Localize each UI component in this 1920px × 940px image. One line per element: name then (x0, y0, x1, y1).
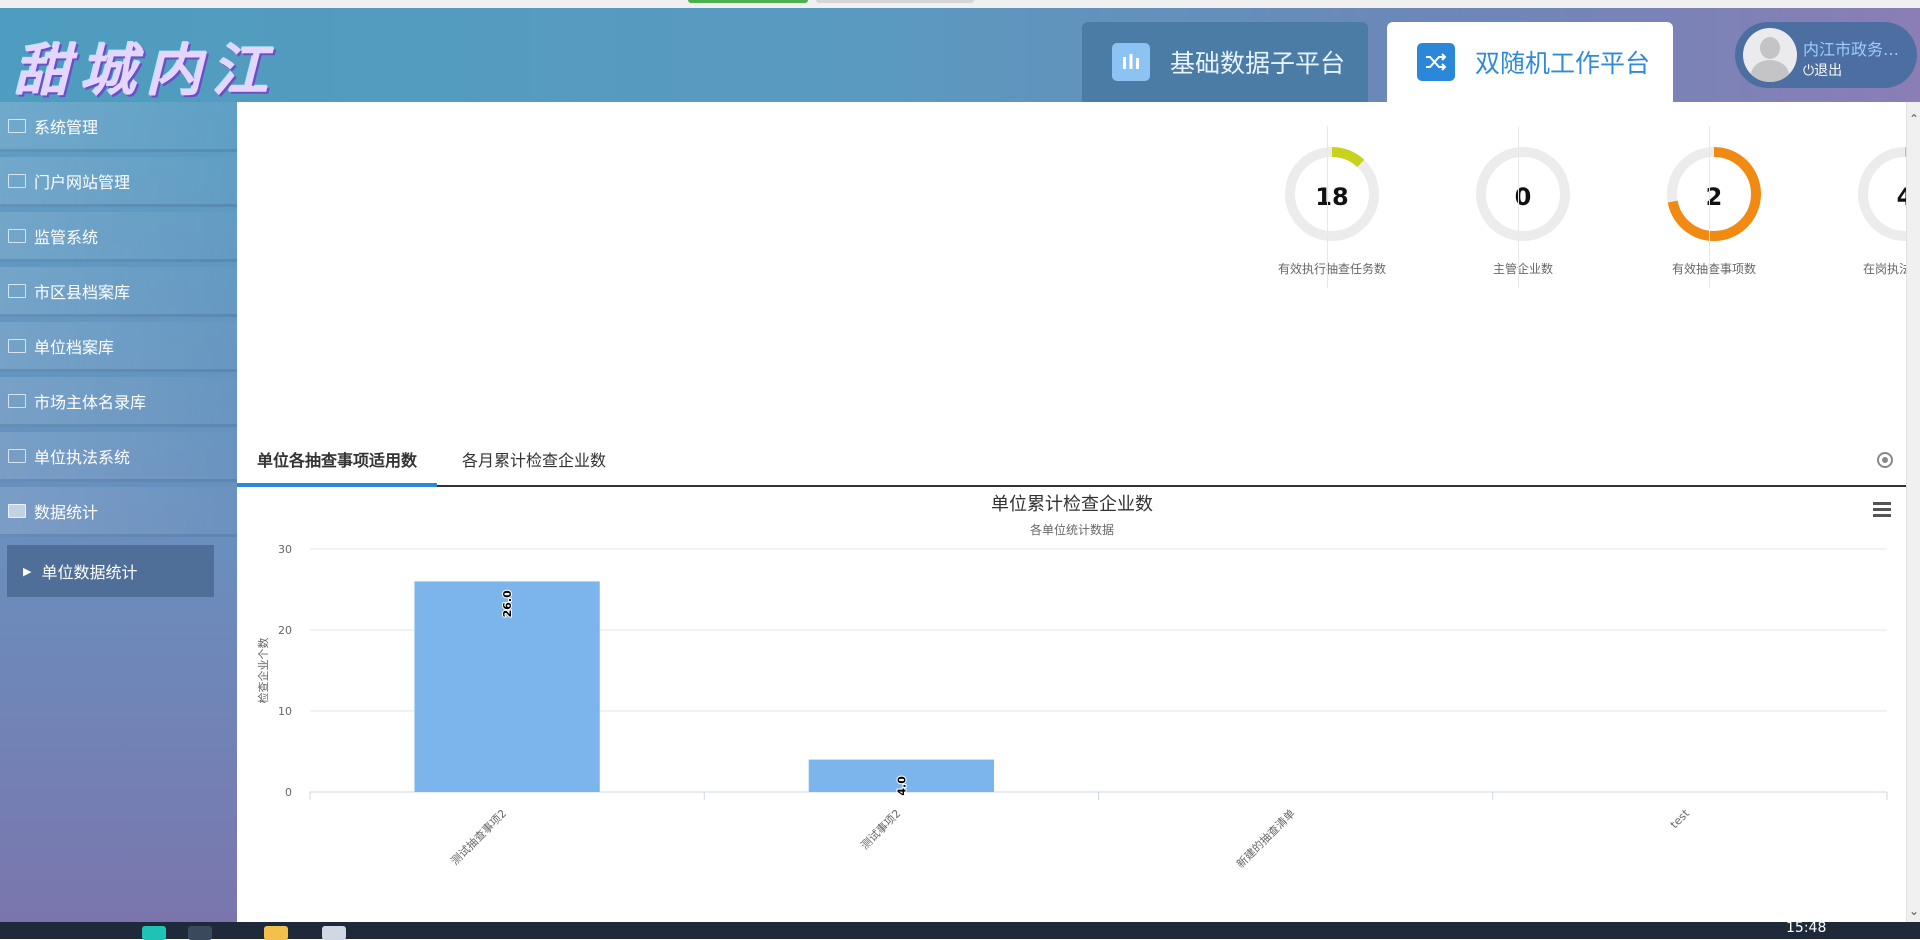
clock: 15:48 (1786, 920, 1827, 936)
folder-open-icon (8, 503, 26, 518)
x-tick-label: 测试事项2 (858, 807, 903, 852)
sidebar-item-label: 数据统计 (34, 502, 99, 522)
scroll-up-icon[interactable]: ⌃ (1909, 112, 1919, 126)
stat-value: 0 (1514, 183, 1532, 211)
folder-icon (8, 283, 26, 298)
sidebar-item-enforcement[interactable]: 单位执法系统 (0, 432, 237, 482)
avatar (1743, 28, 1797, 82)
data-label: 26.0 (501, 590, 514, 617)
data-label: 4.0 (895, 776, 908, 796)
sidebar-item-label: 市场主体名录库 (34, 392, 147, 412)
stat-card-items: 2 有效抽查事项数 (1619, 132, 1809, 277)
stat-label: 主管企业数 (1492, 262, 1553, 276)
os-taskbar: 15:48 (0, 920, 1920, 940)
x-tick-label: 测试抽查事项2 (448, 806, 510, 868)
power-icon: ⏻ (1803, 63, 1815, 79)
chart-svg: 单位累计检查企业数各单位统计数据 0 10 20 30 检查企业个数 26.0 测试抽查事项2… (256, 494, 1888, 871)
stat-value: 4 (1896, 183, 1914, 211)
logout-label: 退出 (1814, 63, 1843, 79)
user-name: 内江市政务服... (1803, 40, 1913, 59)
stat-card-staff: 4 在岗执法人员数 (1810, 132, 1920, 277)
folder-icon (8, 338, 26, 353)
sidebar-item-label: 单位档案库 (34, 337, 115, 357)
bar-chart-icon (1112, 43, 1150, 81)
stat-label: 有效抽查事项数 (1671, 262, 1756, 276)
user-menu[interactable]: 内江市政务服... ⏻退出 (1735, 22, 1917, 88)
app-icon[interactable] (322, 926, 346, 940)
sidebar: 系统管理 门户网站管理 监管系统 市区县档案库 单位档案库 市场主体名录库 单位… (0, 102, 237, 922)
scroll-down-icon[interactable]: ⌄ (1909, 904, 1919, 918)
folder-icon (8, 393, 26, 408)
chart-title: 单位累计检查企业数 (991, 494, 1153, 515)
app-logo: 甜城内江 (14, 38, 278, 104)
y-axis-label: 检查企业个数 (256, 638, 270, 704)
folder-icon (8, 118, 26, 133)
caret-right-icon: ▶ (23, 564, 32, 578)
main-content: 18 有效执行抽查任务数 0 主管企业数 2 有效抽查事项数 4 在岗执法人员数… (237, 102, 1920, 922)
sidebar-item-label: 门户网站管理 (34, 172, 131, 192)
stat-value: 2 (1705, 183, 1723, 211)
stat-card-tasks: 18 有效执行抽查任务数 (1237, 132, 1427, 277)
stat-label: 在岗执法人员数 (1862, 262, 1920, 276)
tab-unit-items[interactable]: 单位各抽查事项适用数 (237, 438, 438, 487)
divider (1327, 126, 1328, 288)
x-tick-label: test (1668, 806, 1693, 831)
divider (1518, 126, 1519, 288)
y-tick-label: 0 (285, 786, 292, 799)
sidebar-item-statistics[interactable]: 数据统计 (0, 487, 237, 537)
y-tick-label: 10 (278, 705, 292, 718)
bar-chart: 单位累计检查企业数各单位统计数据 0 10 20 30 检查企业个数 26.0 测试抽查事项2… (237, 486, 1907, 922)
logout-button[interactable]: ⏻退出 (1803, 60, 1842, 80)
sidebar-item-label: 系统管理 (34, 117, 99, 137)
chart-menu-icon[interactable] (1873, 502, 1891, 520)
sidebar-subitem-label: 单位数据统计 (41, 563, 138, 582)
y-tick-label: 20 (278, 624, 292, 637)
scrollbar[interactable]: ⌃ ⌄ (1906, 102, 1920, 922)
stat-value: 18 (1315, 183, 1349, 211)
platform-tab-basic-data[interactable]: 基础数据子平台 (1082, 22, 1368, 102)
sidebar-item-unit-archive[interactable]: 单位档案库 (0, 322, 237, 372)
sidebar-item-portal[interactable]: 门户网站管理 (0, 157, 237, 207)
folder-icon (8, 173, 26, 188)
divider (1709, 126, 1710, 288)
sidebar-item-system[interactable]: 系统管理 (0, 102, 237, 152)
folder-icon (8, 228, 26, 243)
chart-subtitle: 各单位统计数据 (1030, 522, 1114, 537)
sidebar-item-label: 单位执法系统 (34, 447, 131, 467)
platform-tab-random-work[interactable]: 双随机工作平台 (1387, 22, 1673, 102)
browser-tab[interactable] (816, 0, 974, 3)
x-tick-label: 新建的抽查清单 (1233, 806, 1297, 870)
app-header: 甜城内江 基础数据子平台 双随机工作平台 内江市政务服... ⏻退出 (0, 8, 1920, 104)
gear-icon[interactable] (1877, 452, 1893, 468)
shuffle-icon (1417, 43, 1455, 81)
y-tick-label: 30 (278, 543, 292, 556)
sidebar-item-district-archive[interactable]: 市区县档案库 (0, 267, 237, 317)
sidebar-subitem-unit-statistics[interactable]: ▶ 单位数据统计 (7, 545, 214, 597)
stat-card-enterprises: 0 主管企业数 (1428, 132, 1618, 277)
app-icon[interactable] (188, 926, 212, 940)
browser-tab-active[interactable] (688, 0, 808, 3)
sidebar-item-label: 监管系统 (34, 227, 99, 247)
tab-monthly-enterprises[interactable]: 各月累计检查企业数 (462, 438, 606, 483)
chart-tabs: 单位各抽查事项适用数 各月累计检查企业数 (237, 438, 1907, 487)
sidebar-item-label: 市区县档案库 (34, 282, 131, 302)
sidebar-item-market-directory[interactable]: 市场主体名录库 (0, 377, 237, 427)
app-icon[interactable] (142, 926, 166, 940)
stat-label: 有效执行抽查任务数 (1277, 262, 1386, 276)
folder-icon (8, 448, 26, 463)
folder-app-icon[interactable] (264, 926, 288, 940)
platform-tab-label: 基础数据子平台 (1170, 49, 1346, 78)
platform-tab-label: 双随机工作平台 (1475, 49, 1651, 78)
sidebar-item-supervision[interactable]: 监管系统 (0, 212, 237, 262)
